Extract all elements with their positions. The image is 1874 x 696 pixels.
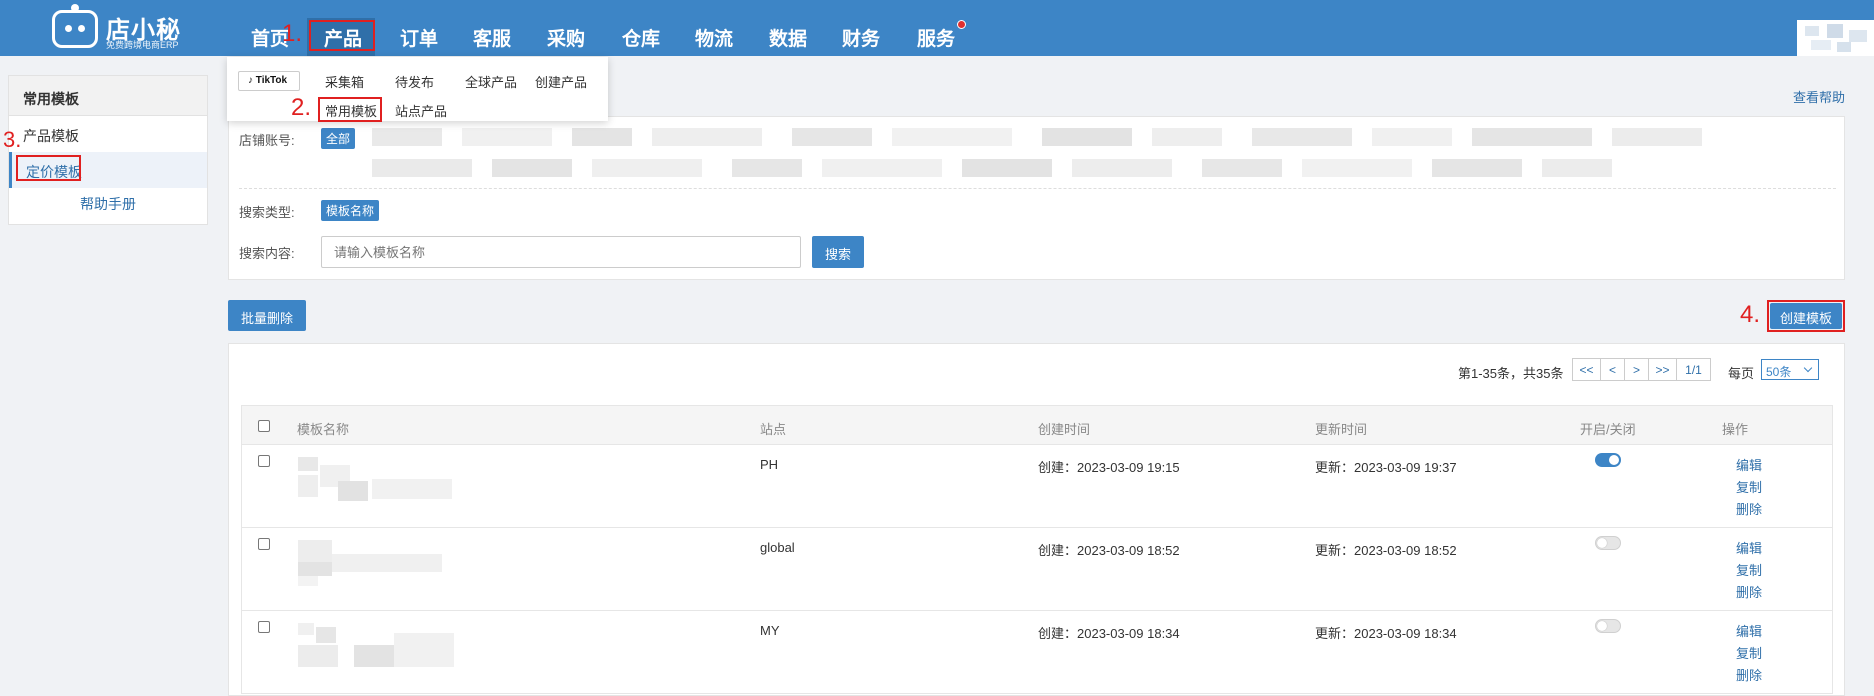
edit-link[interactable]: 编辑 bbox=[1736, 621, 1762, 640]
row-created: 创建：2023-03-09 18:34 bbox=[1038, 626, 1180, 641]
toggle-knob bbox=[1597, 621, 1607, 631]
tiktok-logo-text: TikTok bbox=[255, 75, 288, 86]
pager-next-button[interactable]: > bbox=[1624, 358, 1649, 381]
annotation-2: 2. bbox=[291, 94, 312, 121]
nav-data[interactable]: 数据 bbox=[769, 24, 807, 51]
search-content-label: 搜索内容: bbox=[239, 246, 295, 261]
annotation-4: 4. bbox=[1740, 301, 1761, 328]
col-template-name: 模板名称 bbox=[297, 422, 350, 437]
col-site: 站点 bbox=[760, 422, 787, 437]
shop-accounts-list-row2 bbox=[372, 159, 1632, 177]
table-row: PH 创建：2023-03-09 19:15 更新：2023-03-09 19:… bbox=[241, 445, 1833, 528]
filter-divider bbox=[239, 188, 1836, 189]
table-row: global 创建：2023-03-09 18:52 更新：2023-03-09… bbox=[241, 528, 1833, 611]
shop-account-label: 店铺账号: bbox=[239, 133, 295, 148]
row-site: PH bbox=[760, 457, 779, 472]
row-updated: 更新：2023-03-09 18:52 bbox=[1315, 543, 1457, 558]
search-type-chip[interactable]: 模板名称 bbox=[321, 200, 380, 221]
pager-prev-button[interactable]: < bbox=[1600, 358, 1625, 381]
copy-link[interactable]: 复制 bbox=[1736, 643, 1762, 662]
row-checkbox[interactable] bbox=[258, 621, 270, 633]
row-created: 创建：2023-03-09 19:15 bbox=[1038, 460, 1180, 475]
menu-item-create-product[interactable]: 创建产品 bbox=[535, 72, 587, 91]
per-page-select[interactable]: 50条 bbox=[1761, 359, 1819, 380]
col-created: 创建时间 bbox=[1038, 422, 1091, 437]
annotation-1: 1. bbox=[282, 20, 303, 47]
search-button[interactable]: 搜索 bbox=[812, 236, 864, 268]
annotation-box-pricing-template bbox=[16, 155, 81, 181]
per-page-value: 50条 bbox=[1766, 365, 1792, 379]
copy-link[interactable]: 复制 bbox=[1736, 477, 1762, 496]
enable-toggle[interactable] bbox=[1595, 536, 1621, 550]
enable-toggle[interactable] bbox=[1595, 453, 1621, 467]
template-table-card: 第1-35条，共35条 << < > >> 1/1 每页 50条 模板名称 站点… bbox=[228, 343, 1845, 696]
sidebar: 常用模板 产品模板 定价模板 帮助手册 bbox=[8, 75, 208, 225]
row-site: MY bbox=[760, 623, 780, 638]
table-row: MY 创建：2023-03-09 18:34 更新：2023-03-09 18:… bbox=[241, 611, 1833, 694]
create-template-button[interactable]: 创建模板 bbox=[1770, 303, 1842, 329]
nav-purchase[interactable]: 采购 bbox=[547, 24, 585, 51]
pager-summary: 第1-35条，共35条 bbox=[1458, 366, 1564, 381]
view-help-link[interactable]: 查看帮助 bbox=[1793, 87, 1845, 106]
tiktok-platform-logo[interactable]: ♪ TikTok bbox=[238, 71, 300, 91]
table-header: 模板名称 站点 创建时间 更新时间 开启/关闭 操作 bbox=[241, 405, 1833, 445]
nav-orders[interactable]: 订单 bbox=[400, 24, 438, 51]
robot-face-icon bbox=[52, 10, 98, 48]
copy-link[interactable]: 复制 bbox=[1736, 560, 1762, 579]
menu-item-collect-box[interactable]: 采集箱 bbox=[325, 72, 364, 91]
row-updated: 更新：2023-03-09 18:34 bbox=[1315, 626, 1457, 641]
menu-item-global-products[interactable]: 全球产品 bbox=[465, 72, 517, 91]
notification-dot bbox=[957, 20, 966, 29]
delete-link[interactable]: 删除 bbox=[1736, 499, 1762, 518]
brand-logo[interactable]: 店小秘 免费跨境电商ERP bbox=[52, 4, 192, 50]
per-page-label: 每页 bbox=[1728, 366, 1755, 381]
annotation-box-common-templates bbox=[318, 97, 382, 122]
delete-link[interactable]: 删除 bbox=[1736, 665, 1762, 684]
delete-link[interactable]: 删除 bbox=[1736, 582, 1762, 601]
menu-item-site-products[interactable]: 站点产品 bbox=[395, 101, 447, 120]
help-manual-link[interactable]: 帮助手册 bbox=[9, 194, 207, 214]
toggle-knob bbox=[1609, 455, 1619, 465]
shop-accounts-list bbox=[372, 128, 1732, 146]
row-site: global bbox=[760, 540, 795, 555]
nav-finance[interactable]: 财务 bbox=[842, 24, 880, 51]
col-actions: 操作 bbox=[1722, 422, 1749, 437]
top-nav-bar: 店小秘 免费跨境电商ERP 首页 1. 产品 订单 客服 采购 仓库 物流 数据… bbox=[0, 0, 1874, 56]
brand-tagline: 免费跨境电商ERP bbox=[106, 40, 179, 50]
nav-warehouse[interactable]: 仓库 bbox=[622, 24, 660, 51]
select-all-checkbox[interactable] bbox=[258, 420, 270, 432]
template-name-redacted bbox=[298, 623, 458, 673]
nav-services[interactable]: 服务 bbox=[917, 24, 955, 51]
pager-current-page[interactable]: 1/1 bbox=[1676, 358, 1711, 381]
search-type-label: 搜索类型: bbox=[239, 205, 295, 220]
product-dropdown-menu: ♪ TikTok 采集箱 待发布 全球产品 创建产品 常用模板 站点产品 bbox=[227, 57, 608, 121]
search-input[interactable] bbox=[321, 236, 801, 268]
search-filter-panel: 店铺账号: 全部 搜索类型: 模板名称 搜索内容: 搜索 bbox=[228, 116, 1845, 280]
row-updated: 更新：2023-03-09 19:37 bbox=[1315, 460, 1457, 475]
menu-item-pending-publish[interactable]: 待发布 bbox=[395, 72, 434, 91]
user-avatar[interactable] bbox=[1797, 20, 1874, 56]
col-updated: 更新时间 bbox=[1315, 422, 1368, 437]
annotation-3: 3. bbox=[3, 127, 22, 152]
pager-last-button[interactable]: >> bbox=[1648, 358, 1677, 381]
template-name-redacted bbox=[298, 540, 458, 590]
edit-link[interactable]: 编辑 bbox=[1736, 538, 1762, 557]
edit-link[interactable]: 编辑 bbox=[1736, 455, 1762, 474]
toggle-knob bbox=[1597, 538, 1607, 548]
row-created: 创建：2023-03-09 18:52 bbox=[1038, 543, 1180, 558]
template-name-redacted bbox=[298, 457, 458, 507]
sidebar-heading: 常用模板 bbox=[9, 76, 207, 116]
enable-toggle[interactable] bbox=[1595, 619, 1621, 633]
nav-customer-service[interactable]: 客服 bbox=[473, 24, 511, 51]
row-checkbox[interactable] bbox=[258, 455, 270, 467]
pager-first-button[interactable]: << bbox=[1572, 358, 1601, 381]
shop-all-chip[interactable]: 全部 bbox=[321, 128, 356, 149]
batch-delete-button[interactable]: 批量删除 bbox=[228, 300, 306, 331]
col-enable-toggle: 开启/关闭 bbox=[1580, 422, 1636, 437]
sidebar-item-product-template[interactable]: 产品模板 bbox=[9, 116, 207, 152]
nav-product[interactable]: 产品 bbox=[324, 24, 362, 51]
row-checkbox[interactable] bbox=[258, 538, 270, 550]
nav-logistics[interactable]: 物流 bbox=[695, 24, 733, 51]
